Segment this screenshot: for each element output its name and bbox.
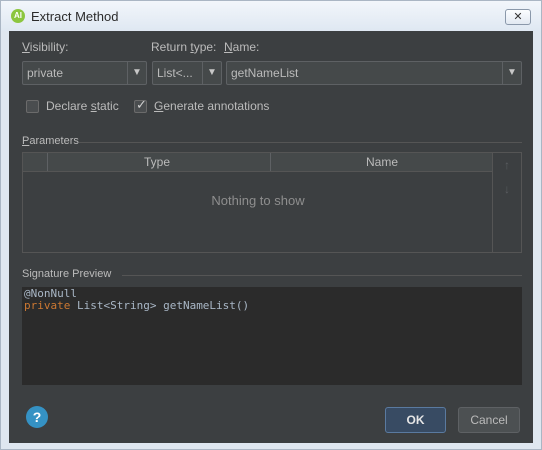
table-header: Type Name — [23, 153, 493, 172]
table-toolbar: ↑ ↓ — [492, 153, 521, 252]
dialog-body: Visibility: private ▼ Return type: Name:… — [9, 31, 533, 443]
signature-preview: @NonNull private List<String> getNameLis… — [22, 287, 522, 385]
help-icon[interactable]: ? — [26, 406, 48, 428]
chevron-down-icon: ▼ — [127, 62, 146, 84]
column-divider — [47, 153, 48, 171]
signature-keyword: private — [24, 299, 71, 312]
name-label: Name: — [224, 40, 260, 54]
visibility-value: private — [27, 66, 64, 80]
signature-line: private List<String> getNameList() — [24, 299, 249, 312]
section-divider — [122, 275, 522, 276]
signature-preview-label: Signature Preview — [22, 268, 112, 280]
name-value: getNameList — [231, 66, 299, 80]
extract-method-dialog: AI Extract Method ✕ Visibility: private … — [0, 0, 542, 450]
parameters-section-label: Parameters — [22, 135, 79, 147]
column-header-name[interactable]: Name — [366, 155, 398, 169]
generate-annotations-label[interactable]: Generate annotations — [154, 99, 269, 113]
cancel-button[interactable]: Cancel — [458, 407, 520, 433]
empty-state-text: Nothing to show — [211, 193, 305, 208]
title-bar: AI Extract Method ✕ — [1, 1, 541, 31]
return-type-select[interactable]: List<... ▼ — [152, 61, 222, 85]
visibility-select[interactable]: private ▼ — [22, 61, 147, 85]
chevron-down-icon: ▼ — [502, 62, 521, 84]
column-divider — [270, 153, 271, 171]
chevron-down-icon: ▼ — [202, 62, 221, 84]
move-down-icon[interactable]: ↓ — [501, 182, 513, 196]
visibility-label: Visibility: — [22, 40, 69, 54]
name-combo[interactable]: getNameList ▼ — [226, 61, 522, 85]
parameters-table: Type Name Nothing to show ↑ ↓ — [22, 152, 522, 253]
generate-annotations-checkbox[interactable] — [134, 97, 147, 113]
return-type-value: List<... — [157, 66, 193, 80]
declare-static-checkbox[interactable] — [26, 100, 39, 113]
android-studio-icon: AI — [11, 9, 25, 23]
ok-button[interactable]: OK — [385, 407, 446, 433]
return-type-label: Return type: — [151, 40, 217, 54]
move-up-icon[interactable]: ↑ — [501, 158, 513, 172]
section-divider — [79, 142, 522, 143]
close-button[interactable]: ✕ — [505, 9, 531, 25]
column-header-type[interactable]: Type — [144, 155, 170, 169]
signature-rest: List<String> getNameList() — [70, 299, 250, 312]
window-title: Extract Method — [31, 9, 119, 24]
declare-static-label[interactable]: Declare static — [46, 99, 119, 113]
